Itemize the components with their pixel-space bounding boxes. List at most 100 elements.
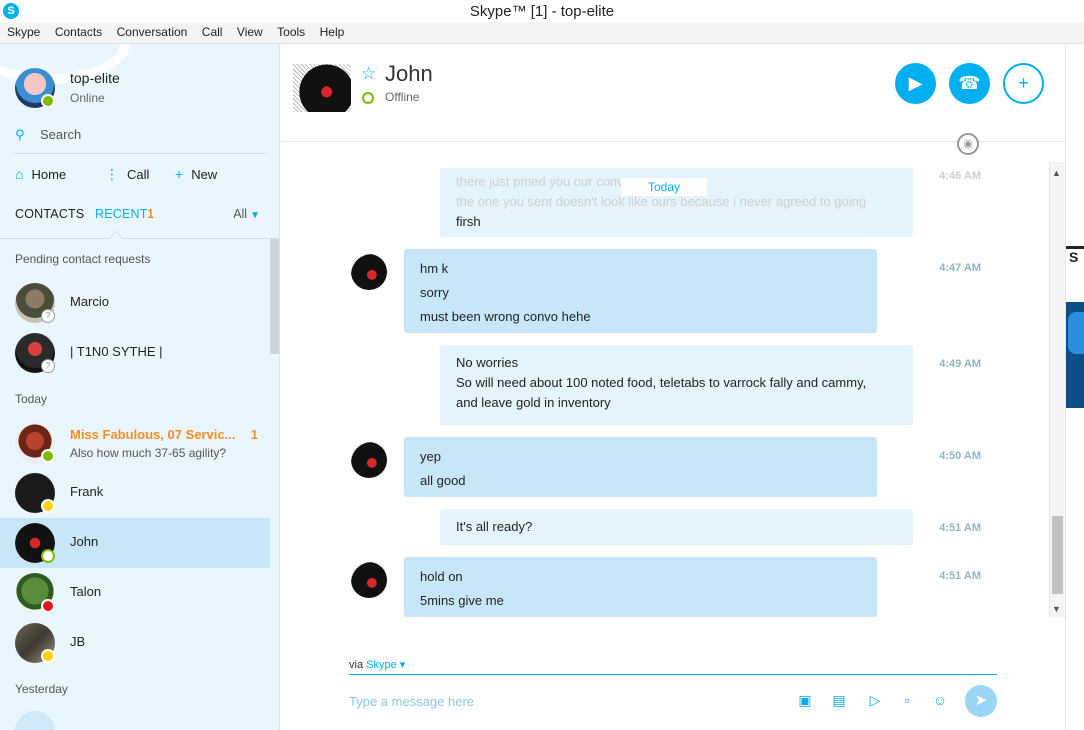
background-window-fragment: S — [1066, 246, 1084, 408]
list-item-marcio[interactable]: ? Marcio — [0, 278, 270, 328]
contact-title[interactable]: John — [385, 61, 433, 87]
globe-icon[interactable]: ◉ — [957, 133, 979, 155]
offline-status-icon — [362, 92, 374, 104]
message-text: sorry — [420, 285, 449, 300]
message-time: 4:46 AM — [939, 170, 981, 182]
online-status-icon — [41, 94, 55, 108]
list-item-t1n0-sythe[interactable]: ? | T1N0 SYTHE | — [0, 328, 270, 378]
compose-divider — [349, 674, 997, 675]
contact-name: John — [70, 534, 99, 549]
tab-recent[interactable]: RECENT — [95, 207, 148, 221]
filter-label: All — [233, 207, 248, 221]
pending-status-icon: ? — [41, 359, 55, 373]
away-status-icon — [41, 649, 55, 663]
via-selector[interactable]: via Skype ▾ — [349, 658, 405, 671]
list-item-talon[interactable]: Talon — [0, 568, 270, 618]
call-nav-button[interactable]: ⋮ Call — [105, 166, 149, 183]
via-service: Skype — [366, 659, 397, 671]
home-label: Home — [31, 167, 67, 182]
profile-status[interactable]: Online — [70, 91, 105, 105]
message-text: and leave gold in inventory — [456, 395, 611, 410]
sidebar: top-elite Online ⚲ Search ⌂ Home ⋮ Call + N… — [0, 44, 280, 730]
section-today: Today — [15, 392, 48, 406]
contact-name: Frank — [70, 484, 104, 499]
avatar[interactable] — [15, 711, 55, 730]
section-pending: Pending contact requests — [15, 252, 151, 266]
emoticon-icon[interactable]: ☺ — [931, 692, 949, 708]
scrollbar-thumb[interactable] — [1052, 516, 1063, 594]
new-button[interactable]: + New — [175, 166, 217, 182]
menu-tools[interactable]: Tools — [270, 22, 305, 39]
avatar[interactable] — [293, 64, 351, 112]
message-text: must been wrong convo hehe — [420, 309, 591, 324]
contact-name: Miss Fabulous, 07 Servic... — [70, 427, 236, 442]
send-contacts-icon[interactable]: ▫ — [897, 692, 917, 708]
send-icon: ➤ — [974, 692, 988, 709]
do-not-disturb-status-icon — [41, 599, 55, 613]
new-label: New — [191, 167, 218, 182]
list-item-jb[interactable]: JB — [0, 618, 270, 668]
scroll-down-icon[interactable]: ▼ — [1052, 604, 1061, 614]
send-button[interactable]: ➤ — [965, 685, 997, 717]
add-contact-icon: + — [1018, 73, 1029, 93]
video-message-icon[interactable]: ▷ — [863, 692, 887, 708]
scroll-up-icon[interactable]: ▲ — [1052, 168, 1061, 178]
list-item-frank[interactable]: Frank — [0, 468, 270, 518]
message-bubble[interactable]: yep all good — [404, 437, 877, 497]
avatar[interactable] — [351, 442, 387, 478]
message-input[interactable]: Type a message here — [349, 694, 474, 709]
profile-name: top-elite — [70, 70, 120, 86]
contact-name: Talon — [70, 584, 102, 599]
contact-name: JB — [70, 634, 86, 649]
avatar[interactable] — [351, 562, 387, 598]
menu-view[interactable]: View — [230, 22, 263, 39]
video-call-icon: ▶ — [908, 73, 923, 93]
contact-name: Marcio — [70, 294, 110, 309]
message-history: there just pmed you our convo... the one… — [281, 168, 1049, 618]
video-call-button[interactable]: ▶ — [895, 63, 936, 104]
message-text: No worries — [456, 355, 519, 370]
search-box[interactable]: ⚲ Search — [15, 124, 265, 154]
message-text: all good — [420, 473, 466, 488]
background-fragment-band: S — [1066, 246, 1084, 302]
list-item-john[interactable]: John — [0, 518, 270, 568]
audio-call-button[interactable]: ☎ — [949, 63, 990, 104]
message-text: firsh — [456, 214, 481, 229]
send-photo-icon[interactable]: ▣ — [796, 692, 814, 708]
contact-tabs: CONTACTS RECENT 1 All ▼ — [15, 207, 265, 229]
menu-call[interactable]: Call — [195, 22, 223, 39]
sidebar-scrollbar[interactable] — [270, 239, 279, 354]
filter-dropdown[interactable]: All ▼ — [233, 207, 260, 221]
menu-conversation[interactable]: Conversation — [110, 22, 188, 39]
conversation-header: ☆ John Offline ▶ ☎ + — [281, 44, 1065, 142]
away-status-icon — [41, 499, 55, 513]
home-button[interactable]: ⌂ Home — [15, 166, 66, 182]
menu-help[interactable]: Help — [313, 22, 345, 39]
message-bubble[interactable]: hold on 5mins give me — [404, 557, 877, 617]
section-yesterday: Yesterday — [15, 682, 68, 696]
message-bubble[interactable]: hm k sorry must been wrong convo hehe — [404, 249, 877, 333]
message-bubble[interactable]: It's all ready? — [440, 509, 913, 545]
plus-icon: + — [175, 166, 184, 182]
recent-unread-badge: 1 — [147, 207, 154, 221]
profile-header[interactable]: top-elite Online — [0, 44, 279, 114]
message-scrollbar[interactable]: ▲ ▼ — [1049, 162, 1065, 618]
day-separator: Today — [621, 178, 707, 196]
message-bubble[interactable]: No worries So will need about 100 noted … — [440, 345, 913, 425]
menu-bar: Skype Contacts Conversation Call View To… — [0, 22, 1084, 44]
message-time: 4:47 AM — [939, 262, 981, 274]
dialpad-icon: ⋮ — [105, 166, 119, 182]
window-title: Skype™ [1] - top-elite — [469, 3, 615, 20]
search-label: Search — [40, 127, 82, 142]
avatar[interactable] — [351, 254, 387, 290]
nav-bar: ⌂ Home ⋮ Call + New — [15, 166, 265, 186]
tab-contacts[interactable]: CONTACTS — [15, 207, 84, 221]
conversation-pane: ☆ John Offline ▶ ☎ + ◉ there just pmed y… — [281, 44, 1065, 730]
favorite-star-icon[interactable]: ☆ — [361, 64, 376, 84]
message-text: hm k — [420, 261, 449, 276]
list-item-miss-fabulous[interactable]: Miss Fabulous, 07 Servic... Also how muc… — [0, 418, 270, 468]
add-participant-button[interactable]: + — [1003, 63, 1044, 104]
menu-contacts[interactable]: Contacts — [48, 22, 102, 39]
menu-skype[interactable]: Skype — [0, 22, 40, 39]
send-file-icon[interactable]: ▤ — [830, 692, 848, 708]
